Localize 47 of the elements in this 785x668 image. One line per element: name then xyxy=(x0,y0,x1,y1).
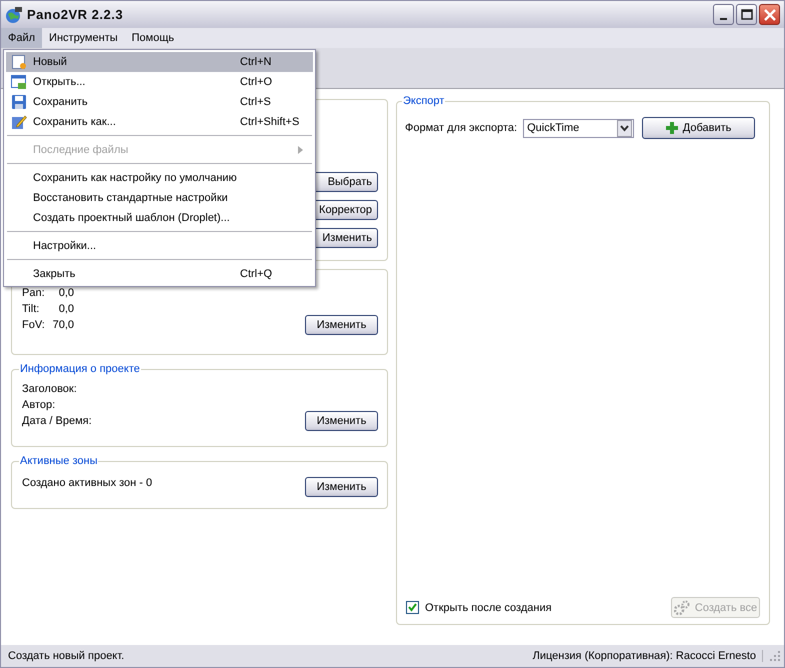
menu-entry[interactable]: Открыть... Ctrl+O xyxy=(6,72,313,92)
pencil-document-icon xyxy=(10,114,26,130)
menu-entry[interactable]: Закрыть Ctrl+Q xyxy=(6,264,313,284)
menu-entry[interactable]: Сохранить как... Ctrl+Shift+S xyxy=(6,112,313,132)
new-document-icon xyxy=(10,54,26,70)
close-icon xyxy=(764,8,776,20)
edit-button[interactable]: Изменить xyxy=(305,411,378,431)
field-label: Заголовок: xyxy=(22,383,78,397)
field-value: 0,0 xyxy=(58,287,74,301)
group-title: Информация о проекте xyxy=(19,363,141,375)
field-label: Автор: xyxy=(22,399,56,413)
hotspot-count: Создано активных зон - 0 xyxy=(22,477,152,491)
menu-item[interactable]: Инструменты xyxy=(42,28,125,48)
license-text: Лицензия (Корпоративная): Racocci Ernesto xyxy=(532,650,763,662)
check-icon xyxy=(407,602,418,613)
checkbox[interactable] xyxy=(406,601,419,614)
resize-grip-icon[interactable] xyxy=(769,650,781,662)
group-title: Активные зоны xyxy=(19,455,98,467)
add-button[interactable]: Добавить xyxy=(642,117,756,139)
minimize-icon xyxy=(720,18,727,20)
field-label: Tilt: xyxy=(22,303,40,317)
group-title: Экспорт xyxy=(402,95,446,107)
format-dropdown[interactable]: QuickTime xyxy=(523,118,634,138)
globe-camera-icon xyxy=(5,6,23,24)
field-value: 0,0 xyxy=(58,303,74,317)
status-message: Создать новый проект. xyxy=(8,650,124,662)
minimize-button[interactable] xyxy=(713,4,734,25)
window-title: Pano2VR 2.2.3 xyxy=(27,7,124,22)
maximize-icon xyxy=(740,8,752,20)
submenu-arrow-icon xyxy=(298,146,303,154)
edit-button[interactable]: Изменить xyxy=(305,315,378,335)
menu-entry[interactable]: Новый Ctrl+N xyxy=(6,52,313,72)
gears-icon xyxy=(674,600,690,616)
field-value: 70,0 xyxy=(54,319,74,333)
field-label: Дата / Время: xyxy=(22,415,92,429)
field-label: FoV: xyxy=(22,319,46,333)
menu-item[interactable]: Файл xyxy=(1,28,42,48)
edit-button[interactable]: Изменить xyxy=(305,477,378,497)
field-label: Pan: xyxy=(22,287,46,301)
close-button[interactable] xyxy=(759,4,780,25)
menu-item[interactable]: Помощь xyxy=(124,28,182,48)
plus-icon xyxy=(666,122,678,134)
menu-entry[interactable]: Сохранить Ctrl+S xyxy=(6,92,313,112)
maximize-button[interactable] xyxy=(736,4,757,25)
open-window-icon xyxy=(10,74,26,90)
checkbox-label: Открыть после создания xyxy=(425,602,552,614)
format-label: Формат для экспорта: xyxy=(405,122,518,134)
